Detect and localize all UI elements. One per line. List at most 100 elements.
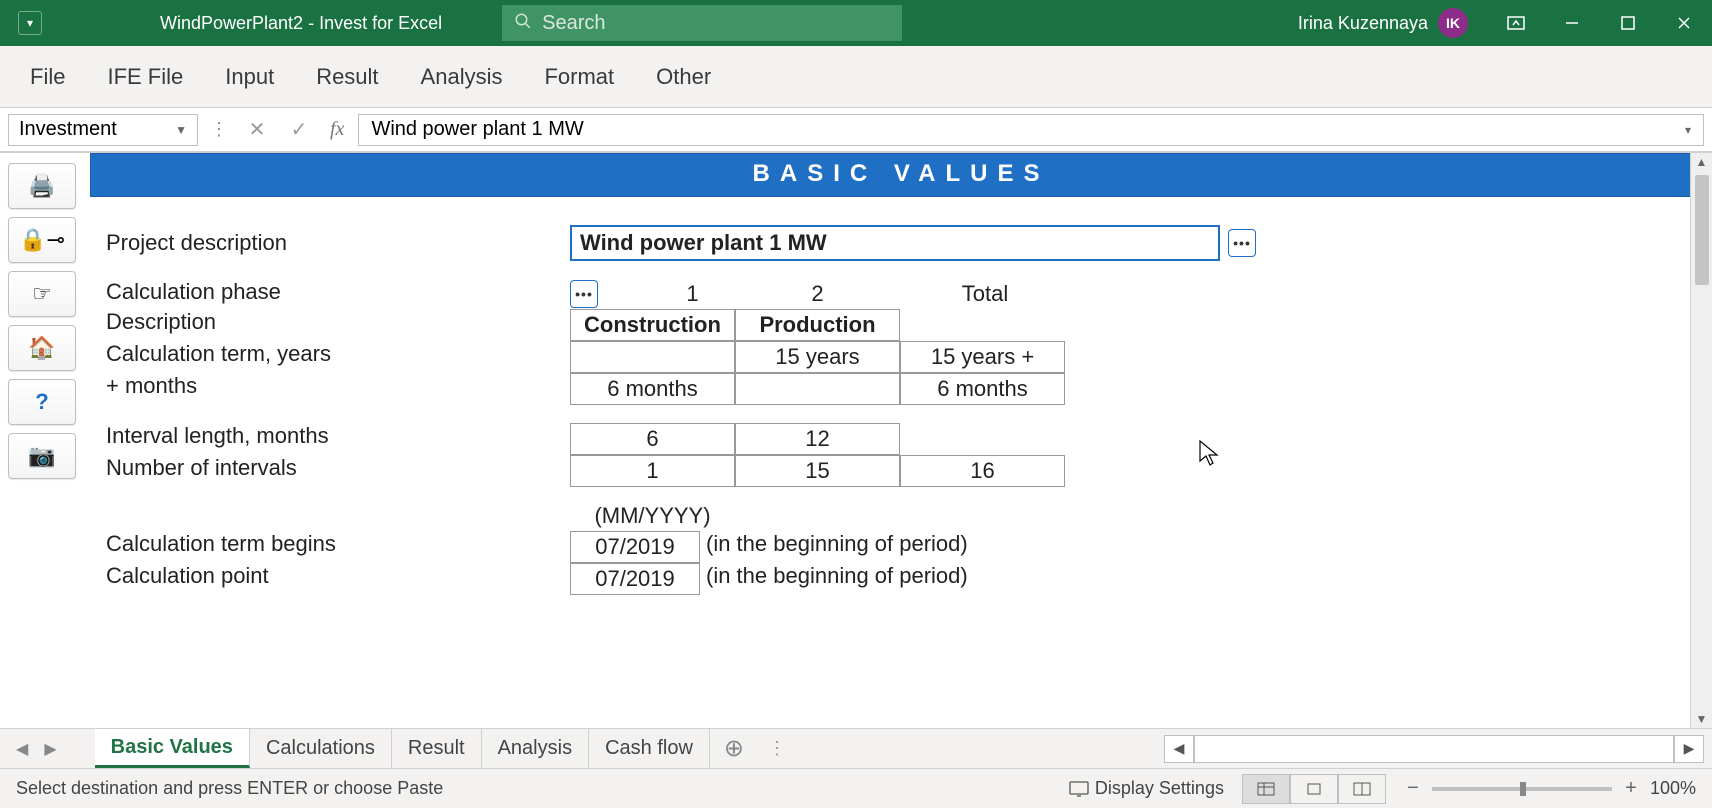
ribbon-display-options[interactable] <box>1488 0 1544 46</box>
phase-col-1: 1 <box>650 279 735 309</box>
calc-term-years-label: Calculation term, years <box>100 341 570 373</box>
sheet-tab-calculations[interactable]: Calculations <box>250 729 392 768</box>
close-button[interactable] <box>1656 0 1712 46</box>
phase2-term-years[interactable]: 15 years <box>735 341 900 373</box>
zoom-out-button[interactable]: − <box>1404 777 1422 800</box>
phase2-numintervals[interactable]: 15 <box>735 455 900 487</box>
sheet-area: BASIC VALUES Project description Wind po… <box>90 153 1712 728</box>
ribbon: File IFE File Input Result Analysis Form… <box>0 46 1712 108</box>
calc-term-begins-label: Calculation term begins <box>100 531 570 563</box>
user-account[interactable]: Irina Kuzennaya IK <box>1278 8 1488 38</box>
maximize-button[interactable] <box>1600 0 1656 46</box>
phase2-months[interactable] <box>735 373 900 405</box>
calc-point-note: (in the beginning of period) <box>700 563 968 595</box>
sheet-tab-result[interactable]: Result <box>392 729 482 768</box>
name-box-dropdown-icon[interactable]: ▼ <box>175 123 187 137</box>
phase1-interval[interactable]: 6 <box>570 423 735 455</box>
phase2-description[interactable]: Production <box>735 309 900 341</box>
search-box[interactable]: Search <box>502 5 902 41</box>
hscroll-left-icon[interactable]: ◀ <box>1164 735 1194 763</box>
formula-input[interactable]: Wind power plant 1 MW ▾ <box>358 114 1704 146</box>
add-sheet-button[interactable]: ⊕ <box>710 734 758 763</box>
project-description-input[interactable]: Wind power plant 1 MW <box>570 225 1220 261</box>
workspace: 🖨️ 🔒⊸ ☞ 🏠 ? 📷 BASIC VALUES Project descr… <box>0 152 1712 728</box>
ribbon-tab-ife-file[interactable]: IFE File <box>107 64 183 90</box>
page-break-view-button[interactable] <box>1338 774 1386 804</box>
mm-yyyy-label: (MM/YYYY) <box>570 501 735 531</box>
hscroll-track[interactable] <box>1194 735 1674 763</box>
formula-bar-handle[interactable]: ⋮ <box>206 119 232 140</box>
zoom-in-button[interactable]: + <box>1622 777 1640 800</box>
display-settings-button[interactable]: Display Settings <box>1069 778 1224 799</box>
sheet-tab-basic-values[interactable]: Basic Values <box>95 729 250 768</box>
calc-point-label: Calculation point <box>100 563 570 595</box>
ribbon-tab-result[interactable]: Result <box>316 64 378 90</box>
scroll-up-icon[interactable]: ▲ <box>1696 155 1708 169</box>
page-layout-view-button[interactable] <box>1290 774 1338 804</box>
calc-term-begins-value[interactable]: 07/2019 <box>570 531 700 563</box>
tab-nav-next[interactable]: ▶ <box>36 739 64 759</box>
phase1-months[interactable]: 6 months <box>570 373 735 405</box>
sheet-tab-cash-flow[interactable]: Cash flow <box>589 729 710 768</box>
sheet-tab-analysis[interactable]: Analysis <box>482 729 589 768</box>
total-months: 6 months <box>900 373 1065 405</box>
home-icon[interactable]: 🏠 <box>8 325 76 371</box>
horizontal-scrollbar[interactable]: ◀ ▶ <box>1164 735 1704 763</box>
window-title: WindPowerPlant2 - Invest for Excel <box>60 13 442 34</box>
formula-value: Wind power plant 1 MW <box>371 118 583 141</box>
calc-term-begins-note: (in the beginning of period) <box>700 531 968 563</box>
phase2-interval[interactable]: 12 <box>735 423 900 455</box>
interval-length-label: Interval length, months <box>100 423 570 455</box>
status-message: Select destination and press ENTER or ch… <box>16 778 443 799</box>
plus-months-label: + months <box>100 373 570 405</box>
project-description-label: Project description <box>100 230 570 256</box>
minimize-button[interactable] <box>1544 0 1600 46</box>
zoom-slider[interactable] <box>1432 787 1612 791</box>
title-bar: ▾ WindPowerPlant2 - Invest for Excel Sea… <box>0 0 1712 46</box>
phase1-numintervals[interactable]: 1 <box>570 455 735 487</box>
tab-nav-prev[interactable]: ◀ <box>8 739 36 759</box>
camera-icon[interactable]: 📷 <box>8 433 76 479</box>
scroll-thumb[interactable] <box>1695 175 1709 285</box>
sheet-header: BASIC VALUES <box>90 153 1712 197</box>
total-numintervals: 16 <box>900 455 1065 487</box>
name-box[interactable]: Investment ▼ <box>8 114 198 146</box>
ribbon-tab-analysis[interactable]: Analysis <box>421 64 503 90</box>
quick-access-customize[interactable]: ▾ <box>18 11 42 35</box>
scroll-down-icon[interactable]: ▼ <box>1696 712 1708 726</box>
calculation-phase-label: Calculation phase <box>100 279 570 309</box>
ribbon-tab-other[interactable]: Other <box>656 64 711 90</box>
enter-formula-button[interactable]: ✓ <box>282 117 316 142</box>
cancel-formula-button[interactable]: ✕ <box>240 117 274 142</box>
ribbon-tab-format[interactable]: Format <box>544 64 614 90</box>
ribbon-tab-file[interactable]: File <box>30 64 65 90</box>
zoom-slider-thumb[interactable] <box>1520 782 1526 796</box>
vertical-scrollbar[interactable]: ▲ ▼ <box>1690 153 1712 728</box>
insert-function-button[interactable]: fx <box>324 118 350 141</box>
display-settings-label: Display Settings <box>1095 778 1224 799</box>
hand-icon[interactable]: ☞ <box>8 271 76 317</box>
help-icon[interactable]: ? <box>8 379 76 425</box>
name-box-value: Investment <box>19 118 117 141</box>
calculation-phase-more-button[interactable]: ••• <box>570 280 598 308</box>
print-icon[interactable]: 🖨️ <box>8 163 76 209</box>
phase1-description[interactable]: Construction <box>570 309 735 341</box>
formula-bar: Investment ▼ ⋮ ✕ ✓ fx Wind power plant 1… <box>0 108 1712 152</box>
lock-icon[interactable]: 🔒⊸ <box>8 217 76 263</box>
project-description-more-button[interactable]: ••• <box>1228 229 1256 257</box>
phase1-term-years[interactable] <box>570 341 735 373</box>
tab-bar-handle[interactable]: ⋮ <box>758 738 796 759</box>
sheet-tab-bar: ◀ ▶ Basic Values Calculations Result Ana… <box>0 728 1712 768</box>
ribbon-tab-input[interactable]: Input <box>225 64 274 90</box>
zoom-level[interactable]: 100% <box>1650 778 1696 799</box>
search-placeholder: Search <box>542 12 605 35</box>
hscroll-right-icon[interactable]: ▶ <box>1674 735 1704 763</box>
normal-view-button[interactable] <box>1242 774 1290 804</box>
expand-formula-bar-icon[interactable]: ▾ <box>1685 123 1691 137</box>
phase-col-2: 2 <box>735 279 900 309</box>
number-of-intervals-label: Number of intervals <box>100 455 570 487</box>
avatar: IK <box>1438 8 1468 38</box>
status-bar: Select destination and press ENTER or ch… <box>0 768 1712 808</box>
calc-point-value[interactable]: 07/2019 <box>570 563 700 595</box>
phase-col-total: Total <box>900 279 1070 309</box>
